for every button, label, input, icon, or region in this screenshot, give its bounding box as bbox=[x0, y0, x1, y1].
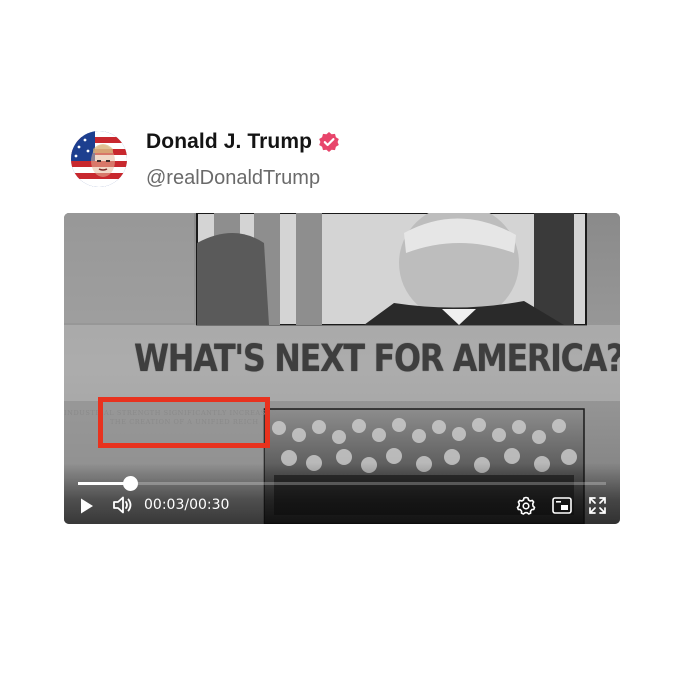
avatar[interactable] bbox=[71, 131, 127, 187]
duration: 00:30 bbox=[189, 497, 230, 513]
video-controls: 00:03 / 00:30 bbox=[64, 463, 620, 524]
post-author: Donald J. Trump @realDonaldTrump bbox=[64, 128, 620, 208]
volume-icon[interactable] bbox=[112, 495, 134, 515]
settings-icon[interactable] bbox=[516, 496, 536, 516]
display-name-row: Donald J. Trump bbox=[146, 130, 340, 154]
time-display: 00:03 / 00:30 bbox=[144, 497, 229, 513]
fullscreen-icon[interactable] bbox=[588, 496, 607, 515]
video-headline: WHAT'S NEXT FOR AMERICA? bbox=[134, 337, 620, 380]
picture-in-picture-icon[interactable] bbox=[552, 497, 572, 514]
progress-track[interactable] bbox=[78, 482, 606, 485]
verified-badge-icon bbox=[318, 131, 340, 153]
scrubber-handle[interactable] bbox=[123, 476, 139, 491]
author-handle[interactable]: @realDonaldTrump bbox=[146, 167, 320, 190]
video-player[interactable]: WHAT'S NEXT FOR AMERICA? INDUSTRIAL STRE… bbox=[64, 213, 620, 524]
current-time: 00:03 bbox=[144, 497, 185, 513]
play-icon[interactable] bbox=[79, 497, 95, 515]
highlight-annotation-box bbox=[98, 397, 270, 448]
display-name[interactable]: Donald J. Trump bbox=[146, 130, 312, 154]
post-card: Donald J. Trump @realDonaldTrump WHAT'S … bbox=[64, 128, 620, 524]
